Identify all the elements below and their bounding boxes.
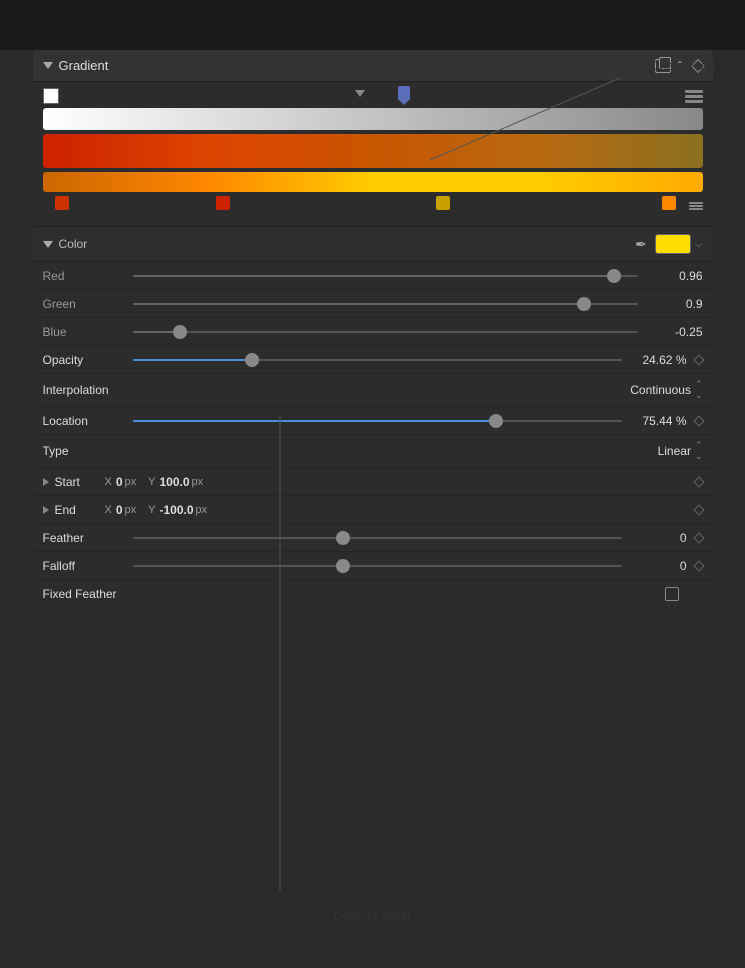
fixed-feather-checkbox[interactable] — [665, 587, 679, 601]
end-y-unit: px — [196, 504, 208, 516]
start-collapse-icon[interactable] — [43, 478, 49, 486]
white-color-stop[interactable] — [43, 88, 59, 104]
falloff-keyframe-diamond[interactable] — [693, 560, 704, 571]
fixed-feather-label: Fixed Feather — [43, 587, 133, 601]
opacity-value: 24.62 % — [622, 353, 687, 367]
color-stop-3[interactable] — [436, 196, 450, 210]
opacity-tag-marker[interactable] — [398, 86, 410, 100]
gradient-controls — [33, 82, 713, 226]
end-x-label: X — [105, 504, 112, 516]
interpolation-row: Interpolation Continuous ⌃⌄ — [33, 373, 713, 406]
blue-row: Blue -0.25 — [33, 317, 713, 345]
color-stops-row — [43, 196, 703, 216]
green-slider[interactable] — [133, 303, 638, 305]
location-value: 75.44 % — [622, 414, 687, 428]
color-label: Color — [59, 237, 88, 251]
end-y-value: -100.0 — [160, 503, 194, 517]
red-value: 0.96 — [638, 269, 703, 283]
start-y-value: 100.0 — [160, 475, 190, 489]
falloff-row: Falloff 0 — [33, 551, 713, 579]
end-keyframe-diamond[interactable] — [693, 504, 704, 515]
start-x-unit: px — [125, 476, 137, 488]
gradient-panel: Gradient ⌃ — [33, 50, 713, 607]
gradient-top-row — [43, 88, 703, 104]
start-y-unit: px — [192, 476, 204, 488]
opacity-keyframe-diamond[interactable] — [693, 354, 704, 365]
type-row: Type Linear ⌃⌄ — [33, 434, 713, 467]
main-container: Opacity tag Opacity slider Gradient ⌃ — [0, 50, 745, 968]
start-x-label: X — [105, 476, 112, 488]
opacity-tag-triangle — [355, 90, 365, 97]
green-label: Green — [43, 297, 133, 311]
green-row: Green 0.9 — [33, 289, 713, 317]
blue-slider[interactable] — [133, 331, 638, 333]
start-keyframe-diamond[interactable] — [693, 476, 704, 487]
opacity-slider-annotation: Opacity slider — [333, 908, 412, 923]
fixed-feather-row: Fixed Feather — [33, 579, 713, 607]
stops-container — [43, 196, 689, 216]
color-swatch[interactable] — [655, 234, 691, 254]
color-swatch-group: ⌵ — [655, 234, 703, 254]
location-slider[interactable] — [133, 420, 622, 422]
interpolation-label: Interpolation — [43, 383, 133, 397]
color-collapse-icon[interactable] — [43, 241, 53, 248]
gradient-label: Gradient — [59, 58, 109, 73]
color-subsection-title: Color — [43, 237, 636, 251]
location-label: Location — [43, 414, 133, 428]
color-stop-4[interactable] — [662, 196, 676, 210]
stops-layers-icon[interactable] — [689, 202, 703, 210]
end-x-value: 0 — [116, 503, 123, 517]
white-gradient-strip — [43, 108, 703, 130]
location-keyframe-diamond[interactable] — [693, 415, 704, 426]
color-gradient-strip — [43, 134, 703, 168]
collapse-icon[interactable] — [43, 62, 53, 69]
falloff-slider[interactable] — [133, 565, 622, 567]
end-row: End X 0 px Y -100.0 px — [33, 495, 713, 523]
opacity-tag-bar — [59, 88, 677, 104]
falloff-value: 0 — [622, 559, 687, 573]
interpolation-value: Continuous ⌃⌄ — [133, 379, 703, 401]
opacity-slider[interactable] — [133, 359, 622, 361]
start-row: Start X 0 px Y 100.0 px — [33, 467, 713, 495]
start-label: Start — [55, 475, 105, 489]
feather-row: Feather 0 — [33, 523, 713, 551]
red-row: Red 0.96 — [33, 261, 713, 289]
eyedropper-icon[interactable]: ✒ — [635, 236, 647, 253]
blue-value: -0.25 — [638, 325, 703, 339]
layers-icon[interactable] — [685, 90, 703, 103]
color-subsection-header: Color ✒ ⌵ — [33, 227, 713, 261]
red-slider[interactable] — [133, 275, 638, 277]
opacity-row: Opacity 24.62 % — [33, 345, 713, 373]
type-label: Type — [43, 444, 133, 458]
gradient-section-title: Gradient — [43, 58, 656, 73]
color-dropdown-chevron[interactable]: ⌵ — [695, 239, 703, 250]
opacity-label: Opacity — [43, 353, 133, 367]
feather-label: Feather — [43, 531, 133, 545]
end-x-unit: px — [125, 504, 137, 516]
red-label: Red — [43, 269, 133, 283]
type-chevron[interactable]: ⌃⌄ — [695, 440, 703, 462]
feather-value: 0 — [622, 531, 687, 545]
green-value: 0.9 — [638, 297, 703, 311]
gradient-section-header: Gradient ⌃ — [33, 50, 713, 82]
start-x-value: 0 — [116, 475, 123, 489]
color-stop-1[interactable] — [55, 196, 69, 210]
end-collapse-icon[interactable] — [43, 506, 49, 514]
feather-keyframe-diamond[interactable] — [693, 532, 704, 543]
feather-slider[interactable] — [133, 537, 622, 539]
falloff-label: Falloff — [43, 559, 133, 573]
color-stop-2[interactable] — [216, 196, 230, 210]
interpolation-chevron[interactable]: ⌃⌄ — [695, 379, 703, 401]
start-y-label: Y — [148, 476, 155, 488]
yellow-gradient-strip — [43, 172, 703, 192]
color-section: Color ✒ ⌵ Red 0.96 — [33, 226, 713, 467]
blue-label: Blue — [43, 325, 133, 339]
end-label: End — [55, 503, 105, 517]
location-row: Location 75.44 % — [33, 406, 713, 434]
end-y-label: Y — [148, 504, 155, 516]
opacity-tag-annotation: Opacity tag — [649, 58, 715, 73]
type-value: Linear ⌃⌄ — [133, 440, 703, 462]
